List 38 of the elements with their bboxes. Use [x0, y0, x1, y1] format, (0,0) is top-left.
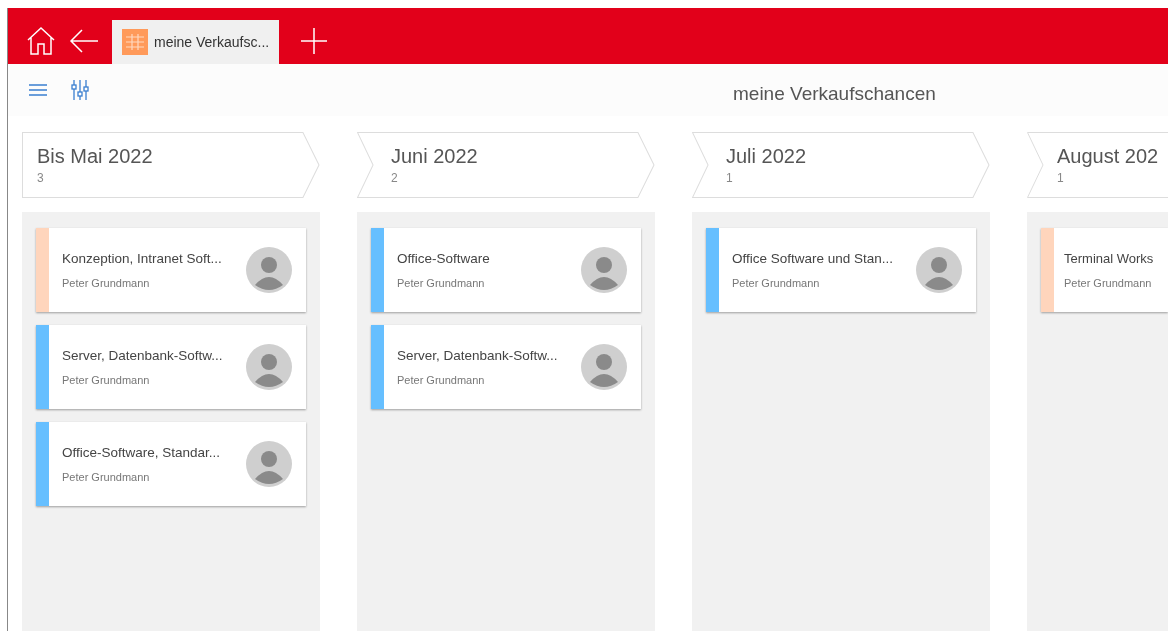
column-count: 2: [391, 170, 399, 187]
card-title: Server, Datenbank-Softw...: [62, 346, 224, 365]
column-count: 1: [1057, 170, 1065, 187]
sliders-icon[interactable]: [70, 79, 90, 101]
column-title: Juli 2022: [726, 144, 808, 169]
menu-icon[interactable]: [28, 83, 48, 97]
card-title: Terminal Works: [1064, 250, 1155, 268]
card-title: Konzeption, Intranet Soft...: [62, 249, 223, 268]
card-owner: Peter Grundmann: [62, 372, 151, 388]
opportunity-card[interactable]: Server, Datenbank-Softw... Peter Grundmann: [371, 325, 641, 409]
opportunity-card[interactable]: Konzeption, Intranet Soft... Peter Grundmann: [36, 228, 306, 312]
card-owner: Peter Grundmann: [732, 275, 821, 291]
opportunity-card[interactable]: Office-Software Peter Grundmann: [371, 228, 641, 312]
page-title: meine Verkaufschancen: [733, 82, 936, 106]
card-owner: Peter Grundmann: [397, 275, 486, 291]
new-tab-button[interactable]: [299, 26, 330, 56]
column-count: 3: [37, 170, 45, 187]
column-title: Juni 2022: [391, 144, 479, 169]
card-owner: Peter Grundmann: [62, 469, 151, 485]
home-button[interactable]: [26, 26, 56, 56]
opportunity-card[interactable]: Server, Datenbank-Softw... Peter Grundmann: [36, 325, 306, 409]
card-title: Office-Software, Standar...: [62, 443, 222, 462]
column-count: 1: [726, 170, 734, 187]
card-owner: Peter Grundmann: [62, 275, 151, 291]
card-title: Office-Software: [397, 249, 491, 268]
card-owner: Peter Grundmann: [397, 372, 486, 388]
column-title: August 202: [1057, 144, 1160, 169]
column-title: Bis Mai 2022: [37, 144, 154, 169]
card-title: Server, Datenbank-Softw...: [397, 346, 559, 365]
table-icon: [122, 29, 148, 55]
card-title: Office Software und Stan...: [732, 249, 895, 268]
opportunity-card[interactable]: Office-Software, Standar... Peter Grundmann: [36, 422, 306, 506]
card-owner: Peter Grundmann: [1064, 275, 1153, 291]
tab[interactable]: meine Verkaufsc...: [112, 20, 280, 64]
plus-icon: [299, 26, 330, 56]
opportunity-card[interactable]: Office Software und Stan... Peter Grundmann: [706, 228, 976, 312]
home-icon: [26, 26, 56, 56]
opportunity-card[interactable]: Terminal Works Peter Grundmann: [1041, 228, 1168, 312]
